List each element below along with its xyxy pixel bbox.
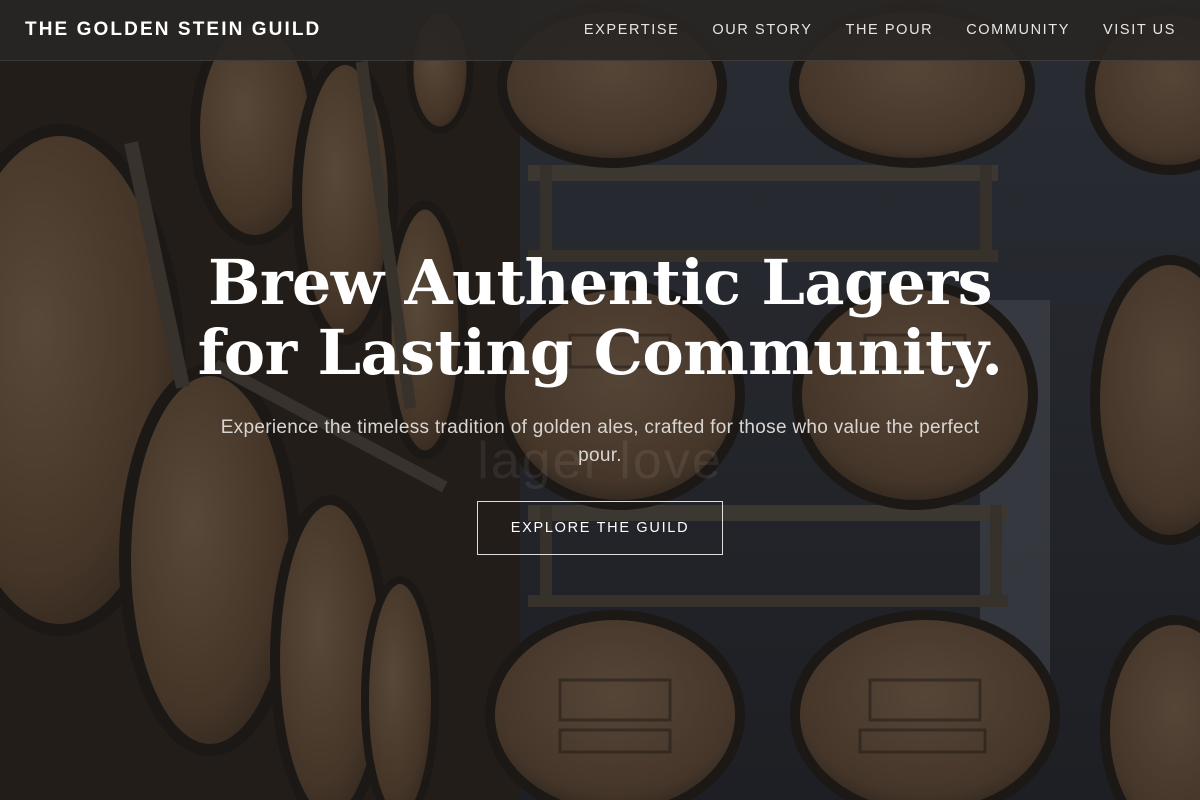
nav-link-community[interactable]: COMMUNITY (966, 22, 1070, 38)
nav-link-visit-us[interactable]: VISIT US (1103, 22, 1176, 38)
hero-headline-line-1: Brew Authentic Lagers (208, 246, 993, 319)
hero-section: lager love Brew Authentic Lagers for Las… (0, 61, 1200, 800)
nav-link-our-story[interactable]: OUR STORY (712, 22, 812, 38)
hero-headline: Brew Authentic Lagers for Lasting Commun… (0, 248, 1200, 388)
brand-logo-link[interactable]: THE GOLDEN STEIN GUILD (25, 19, 321, 41)
main-nav: EXPERTISE OUR STORY THE POUR COMMUNITY V… (584, 22, 1176, 38)
top-navigation: THE GOLDEN STEIN GUILD EXPERTISE OUR STO… (0, 0, 1200, 61)
hero-headline-line-2: for Lasting Community. (197, 316, 1003, 389)
nav-link-the-pour[interactable]: THE POUR (845, 22, 933, 38)
explore-guild-button[interactable]: EXPLORE THE GUILD (477, 501, 723, 555)
nav-link-expertise[interactable]: EXPERTISE (584, 22, 680, 38)
hero-subtitle: Experience the timeless tradition of gol… (220, 417, 980, 466)
